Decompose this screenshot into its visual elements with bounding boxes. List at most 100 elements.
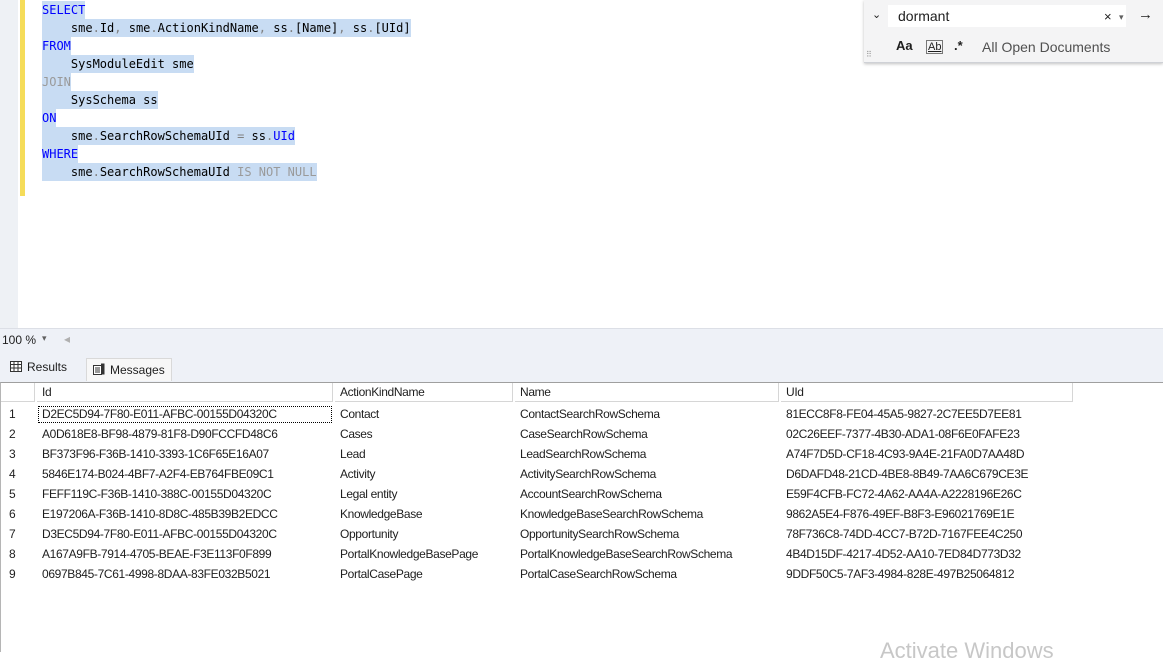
code-line[interactable]: ON xyxy=(42,109,57,127)
uid-cell[interactable]: 4B4D15DF-4217-4D52-AA10-7ED84D773D32 xyxy=(781,545,1073,564)
match-whole-word-icon[interactable]: Ab xyxy=(926,40,944,54)
name-cell[interactable]: PortalKnowledgeBaseSearchRowSchema xyxy=(515,545,779,564)
code-line[interactable]: SysSchema ss xyxy=(42,91,158,109)
action-kind-name-cell[interactable]: Cases xyxy=(335,425,513,444)
name-cell[interactable]: AccountSearchRowSchema xyxy=(515,485,779,504)
code-token: ON xyxy=(42,111,57,125)
name-cell[interactable]: ActivitySearchRowSchema xyxy=(515,465,779,484)
name-cell[interactable]: KnowledgeBaseSearchRowSchema xyxy=(515,505,779,524)
code-line[interactable]: SysModuleEdit sme xyxy=(42,55,194,73)
code-line[interactable]: sme.Id, sme.ActionKindName, ss.[Name], s… xyxy=(42,19,411,37)
zoom-level[interactable]: 100 % xyxy=(2,333,36,347)
id-cell[interactable]: 5846E174-B024-4BF7-A2F4-EB764FBE09C1 xyxy=(37,465,333,484)
id-cell[interactable]: E197206A-F36B-1410-8D8C-485B39B2EDCC xyxy=(37,505,333,524)
action-kind-name-cell[interactable]: Lead xyxy=(335,445,513,464)
action-kind-name-cell[interactable]: KnowledgeBase xyxy=(335,505,513,524)
activation-watermark: Activate Windows xyxy=(880,638,1054,663)
code-line[interactable]: sme.SearchRowSchemaUId = ss.UId xyxy=(42,127,295,145)
name-cell[interactable]: CaseSearchRowSchema xyxy=(515,425,779,444)
code-token: , xyxy=(114,21,129,35)
row-number-cell[interactable]: 6 xyxy=(1,505,35,524)
id-cell[interactable]: BF373F96-F36B-1410-3393-1C6F65E16A07 xyxy=(37,445,333,464)
zoom-dropdown-icon[interactable]: ▾ xyxy=(42,333,47,344)
code-line[interactable]: WHERE xyxy=(42,145,79,163)
action-kind-name-cell[interactable]: Activity xyxy=(335,465,513,484)
table-row[interactable]: 8 A167A9FB-7914-4705-BEAE-F3E113F0F899 Por… xyxy=(1,545,1163,564)
sql-editor[interactable]: SELECT sme.Id, sme.ActionKindName, ss.[N… xyxy=(0,0,1163,328)
name-cell[interactable]: PortalCaseSearchRowSchema xyxy=(515,565,779,584)
column-header[interactable]: Name xyxy=(515,383,779,402)
id-cell[interactable]: A0D618E8-BF98-4879-81F8-D90FCCFD48C6 xyxy=(37,425,333,444)
id-cell[interactable]: D3EC5D94-7F80-E011-AFBC-00155D04320C xyxy=(37,525,333,544)
action-kind-name-cell[interactable]: Contact xyxy=(335,405,513,424)
id-cell[interactable]: 0697B845-7C61-4998-8DAA-83FE032B5021 xyxy=(37,565,333,584)
uid-cell[interactable]: 9862A5E4-F876-49EF-B8F3-E96021769E1E xyxy=(781,505,1073,524)
regex-icon[interactable]: .* xyxy=(954,38,963,53)
code-token: . xyxy=(92,21,100,35)
row-number-cell[interactable]: 2 xyxy=(1,425,35,444)
uid-cell[interactable]: 81ECC8F8-FE04-45A5-9827-2C7EE5D7EE81 xyxy=(781,405,1073,424)
code-token: SysModuleEdit sme xyxy=(42,57,194,71)
id-cell[interactable]: A167A9FB-7914-4705-BEAE-F3E113F0F899 xyxy=(37,545,333,564)
table-row[interactable]: 4 5846E174-B024-4BF7-A2F4-EB764FBE09C1 Act… xyxy=(1,465,1163,484)
tab-results[interactable]: Results xyxy=(4,356,73,378)
code-token: WHERE xyxy=(42,147,79,161)
code-token: [Name] xyxy=(294,21,339,35)
uid-cell[interactable]: 02C26EEF-7377-4B30-ADA1-08F6E0FAFE23 xyxy=(781,425,1073,444)
search-scope-select[interactable]: All Open Documents xyxy=(982,39,1110,55)
code-line[interactable]: SELECT xyxy=(42,1,86,19)
code-line[interactable]: FROM xyxy=(42,37,71,55)
uid-cell[interactable]: 9DDF50C5-7AF3-4984-828E-497B25064812 xyxy=(781,565,1073,584)
column-header[interactable] xyxy=(1,383,35,402)
code-token: SysSchema ss xyxy=(42,93,158,107)
find-next-icon[interactable]: → xyxy=(1138,6,1153,23)
resize-grip-icon[interactable]: ⠿ xyxy=(866,50,872,59)
code-token: Id xyxy=(99,21,115,35)
uid-cell[interactable]: A74F7D5D-CF18-4C93-9A4E-21FA0D7AA48D xyxy=(781,445,1073,464)
table-row[interactable]: 3 BF373F96-F36B-1410-3393-1C6F65E16A07 Lea… xyxy=(1,445,1163,464)
name-cell[interactable]: OpportunitySearchRowSchema xyxy=(515,525,779,544)
row-number-cell[interactable]: 9 xyxy=(1,565,35,584)
action-kind-name-cell[interactable]: PortalCasePage xyxy=(335,565,513,584)
id-cell[interactable]: D2EC5D94-7F80-E011-AFBC-00155D04320C xyxy=(37,405,333,424)
name-cell[interactable]: ContactSearchRowSchema xyxy=(515,405,779,424)
code-token: sme xyxy=(42,129,93,143)
row-number-cell[interactable]: 7 xyxy=(1,525,35,544)
toggle-replace-icon[interactable]: ⌄ xyxy=(872,8,881,21)
code-line[interactable]: sme.SearchRowSchemaUId IS NOT NULL xyxy=(42,163,317,181)
match-case-icon[interactable]: Aa xyxy=(896,38,913,53)
table-row[interactable]: 7 D3EC5D94-7F80-E011-AFBC-00155D04320C Opp… xyxy=(1,525,1163,544)
search-history-dropdown-icon[interactable]: ▾ xyxy=(1119,12,1124,23)
find-term[interactable]: dormant xyxy=(898,8,949,24)
column-header[interactable]: UId xyxy=(781,383,1073,402)
column-header[interactable]: ActionKindName xyxy=(335,383,513,402)
find-input[interactable]: dormant × ▾ xyxy=(888,5,1126,27)
action-kind-name-cell[interactable]: Legal entity xyxy=(335,485,513,504)
uid-cell[interactable]: E59F4CFB-FC72-4A62-AA4A-A2228196E26C xyxy=(781,485,1073,504)
change-indicator-bar xyxy=(20,0,25,196)
row-number-cell[interactable]: 3 xyxy=(1,445,35,464)
zoom-bar: 100 % ▾ ◂ xyxy=(0,328,1163,353)
scroll-left-icon[interactable]: ◂ xyxy=(64,332,70,346)
code-token: . xyxy=(287,21,295,35)
code-line[interactable]: JOIN xyxy=(42,73,71,91)
table-row[interactable]: 6 E197206A-F36B-1410-8D8C-485B39B2EDCC Kno… xyxy=(1,505,1163,524)
tab-messages[interactable]: Messages xyxy=(86,358,172,381)
name-cell[interactable]: LeadSearchRowSchema xyxy=(515,445,779,464)
action-kind-name-cell[interactable]: Opportunity xyxy=(335,525,513,544)
table-row[interactable]: 1 D2EC5D94-7F80-E011-AFBC-00155D04320C Con… xyxy=(1,405,1163,424)
table-row[interactable]: 9 0697B845-7C61-4998-8DAA-83FE032B5021 Por… xyxy=(1,565,1163,584)
row-number-cell[interactable]: 5 xyxy=(1,485,35,504)
row-number-cell[interactable]: 1 xyxy=(1,405,35,424)
row-number-cell[interactable]: 4 xyxy=(1,465,35,484)
table-row[interactable]: 2 A0D618E8-BF98-4879-81F8-D90FCCFD48C6 Cas… xyxy=(1,425,1163,444)
id-cell[interactable]: FEFF119C-F36B-1410-388C-00155D04320C xyxy=(37,485,333,504)
clear-search-icon[interactable]: × xyxy=(1104,9,1112,24)
table-row[interactable]: 5 FEFF119C-F36B-1410-388C-00155D04320C Leg… xyxy=(1,485,1163,504)
action-kind-name-cell[interactable]: PortalKnowledgeBasePage xyxy=(335,545,513,564)
column-header[interactable]: Id xyxy=(37,383,333,402)
uid-cell[interactable]: D6DAFD48-21CD-4BE8-8B49-7AA6C679CE3E xyxy=(781,465,1073,484)
uid-cell[interactable]: 78F736C8-74DD-4CC7-B72D-7167FEE4C250 xyxy=(781,525,1073,544)
row-number-cell[interactable]: 8 xyxy=(1,545,35,564)
results-grid[interactable]: Id ActionKindName Name UId 1 D2EC5D94-7F80-E0… xyxy=(0,382,1163,652)
